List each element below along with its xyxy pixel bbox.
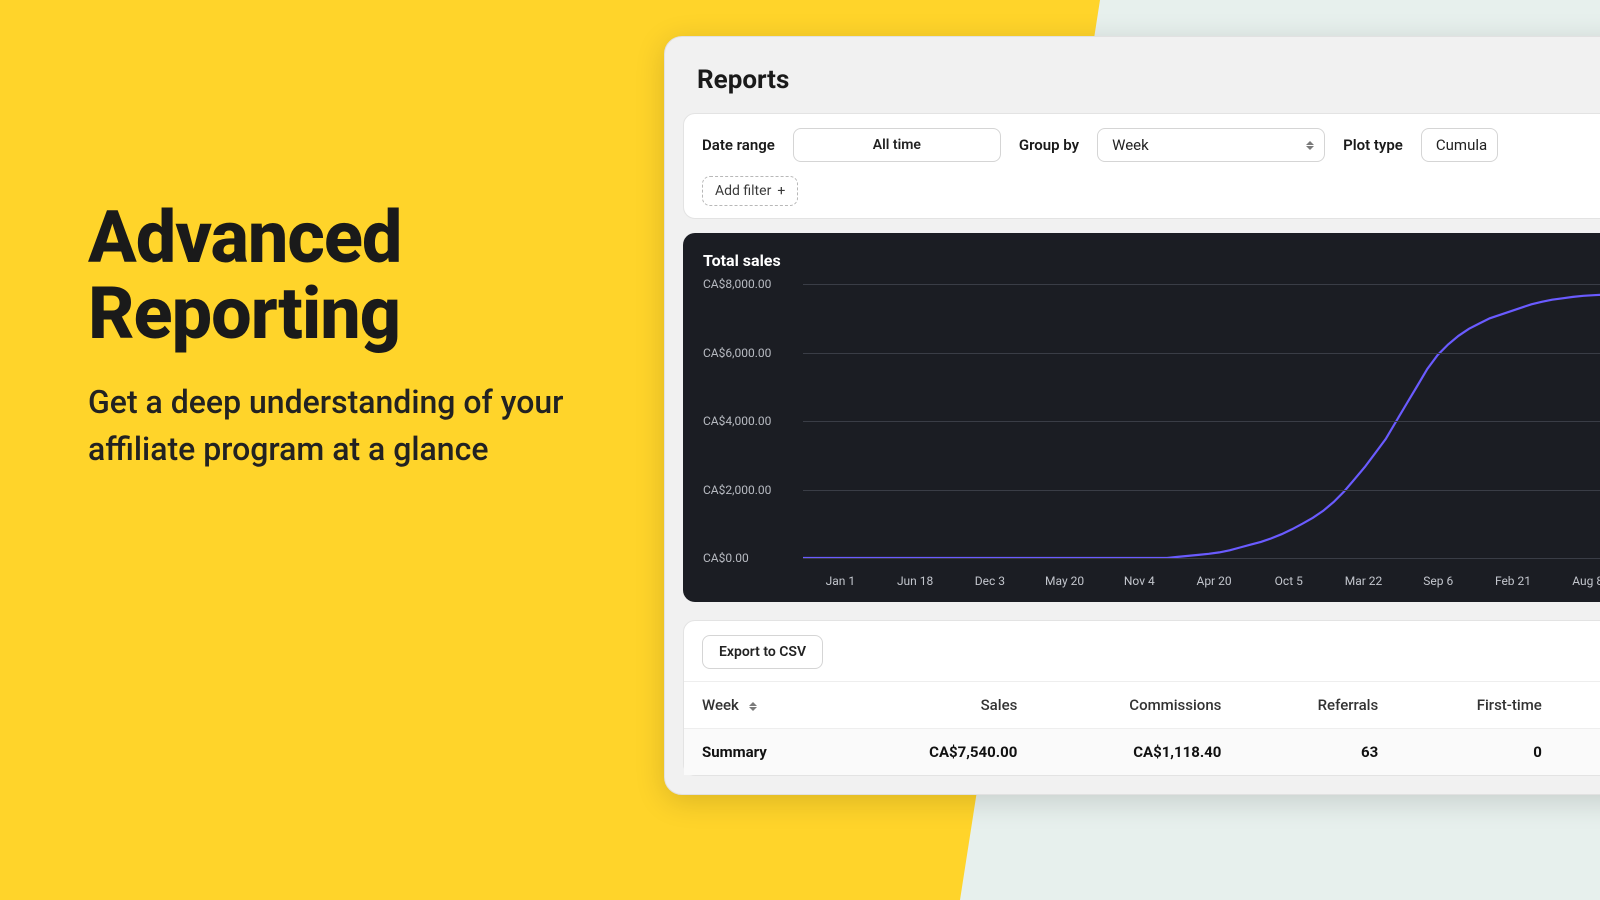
col-first-time[interactable]: First-time [1400,682,1564,729]
y-tick-label: CA$2,000.00 [703,483,771,497]
col-r[interactable]: R [1564,682,1600,729]
x-tick-label: Feb 21 [1476,574,1551,588]
chart-line [803,294,1600,558]
gridline [803,284,1600,285]
report-table: Week Sales Commissions Referrals First-t… [684,681,1600,775]
filters-panel: Date range All time Group by Week Plot t… [683,113,1600,219]
summary-label: Summary [684,729,841,776]
select-chevron-icon [1306,141,1314,150]
add-filter-button[interactable]: Add filter + [702,176,798,206]
chart-svg [803,278,1600,558]
group-by-label: Group by [1019,136,1079,154]
x-tick-label: Mar 22 [1326,574,1401,588]
summary-r [1564,729,1600,776]
chart-plot [803,278,1600,558]
col-commissions[interactable]: Commissions [1039,682,1243,729]
x-tick-label: Nov 4 [1102,574,1177,588]
col-week[interactable]: Week [684,682,841,729]
group-by-value: Week [1112,136,1149,154]
x-tick-label: Aug 8 [1550,574,1600,588]
chart-area: Jan 1Jun 18Dec 3May 20Nov 4Apr 20Oct 5Ma… [703,278,1600,588]
x-tick-label: Dec 3 [952,574,1027,588]
x-axis-labels: Jan 1Jun 18Dec 3May 20Nov 4Apr 20Oct 5Ma… [803,574,1600,588]
marketing-subtitle: Get a deep understanding of your affilia… [88,379,598,472]
date-range-label: Date range [702,136,775,154]
gridline [803,421,1600,422]
date-range-button[interactable]: All time [793,128,1001,162]
x-tick-label: Sep 6 [1401,574,1476,588]
export-csv-button[interactable]: Export to CSV [702,635,823,669]
y-tick-label: CA$0.00 [703,551,749,565]
plot-type-value: Cumula [1436,136,1487,154]
table-panel: Export to CSV Week Sales Commissions Ref… [683,620,1600,776]
heading-line-2: Reporting [88,271,400,356]
chart-panel: Total sales Jan 1Jun 18Dec 3May 20Nov 4A… [683,233,1600,602]
heading-line-1: Advanced [88,195,401,280]
summary-row: Summary CA$7,540.00 CA$1,118.40 63 0 [684,729,1600,776]
sort-icon [749,702,757,711]
summary-sales: CA$7,540.00 [841,729,1039,776]
y-tick-label: CA$8,000.00 [703,277,771,291]
y-tick-label: CA$6,000.00 [703,346,771,360]
group-by-select[interactable]: Week [1097,128,1325,162]
col-referrals[interactable]: Referrals [1243,682,1400,729]
x-tick-label: Jun 18 [878,574,953,588]
plot-type-label: Plot type [1343,136,1403,154]
summary-referrals: 63 [1243,729,1400,776]
reports-app-window: Reports Date range All time Group by Wee… [664,36,1600,795]
summary-first-time: 0 [1400,729,1564,776]
plus-icon: + [777,183,785,199]
x-tick-label: Oct 5 [1251,574,1326,588]
add-filter-label: Add filter [715,183,771,199]
summary-commissions: CA$1,118.40 [1039,729,1243,776]
col-sales[interactable]: Sales [841,682,1039,729]
chart-title: Total sales [703,251,1600,270]
gridline [803,558,1600,559]
col-week-label: Week [702,696,739,714]
plot-type-select[interactable]: Cumula [1421,128,1498,162]
y-tick-label: CA$4,000.00 [703,414,771,428]
gridline [803,490,1600,491]
gridline [803,353,1600,354]
marketing-heading: Advanced Reporting [88,200,598,351]
x-tick-label: Jan 1 [803,574,878,588]
app-header: Reports [665,37,1600,113]
x-tick-label: Apr 20 [1177,574,1252,588]
x-tick-label: May 20 [1027,574,1102,588]
page-title: Reports [697,65,1600,95]
